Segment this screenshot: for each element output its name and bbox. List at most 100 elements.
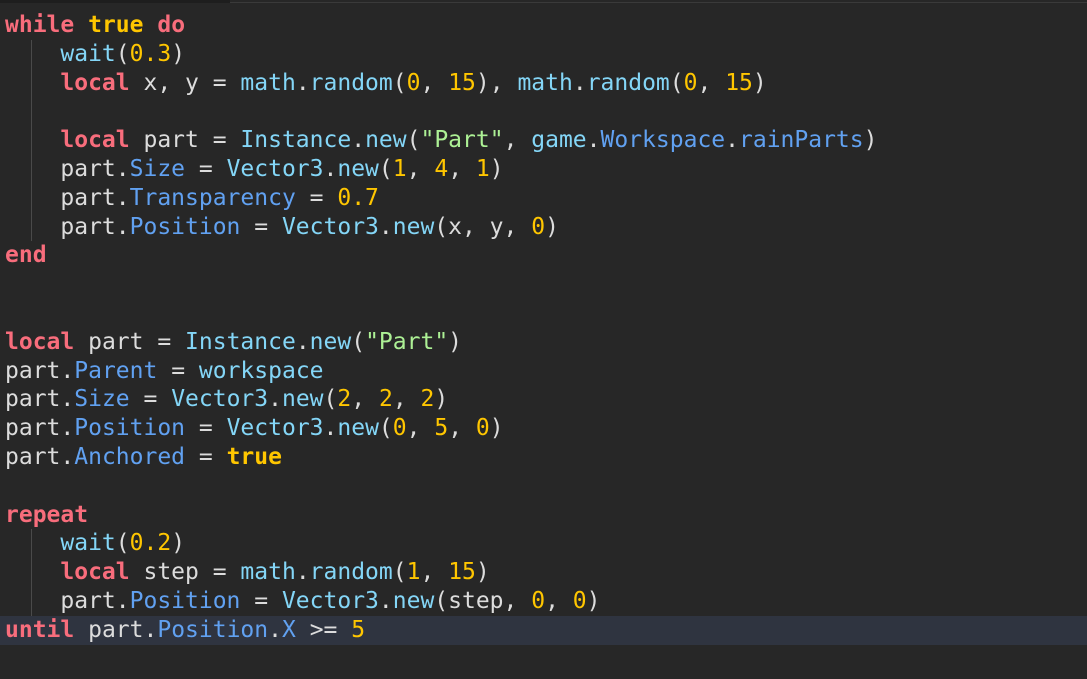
code-line[interactable]: local step = math.random(1, 15)	[5, 558, 1087, 587]
code-token: ,	[420, 69, 449, 96]
code-line[interactable]: part.Position = Vector3.new(x, y, 0)	[5, 213, 1087, 242]
code-token: ),	[475, 69, 518, 96]
code-token: (	[351, 328, 366, 355]
code-token: (	[392, 69, 407, 96]
code-token: ,	[406, 415, 435, 442]
code-token: part.	[5, 155, 130, 182]
code-token: )	[171, 530, 186, 557]
code-token: Position	[129, 587, 241, 614]
code-token: ,	[503, 127, 532, 154]
code-line[interactable]	[5, 97, 1087, 126]
code-line[interactable]: end	[5, 241, 1087, 270]
code-token: rainParts	[739, 127, 864, 154]
code-token: part.	[5, 357, 75, 384]
code-token: local	[60, 69, 130, 96]
code-token: 0	[475, 415, 490, 442]
code-token: true	[88, 12, 144, 38]
code-line[interactable]	[5, 270, 1087, 299]
code-token: Vector3	[281, 587, 379, 614]
code-token: workspace	[198, 357, 324, 384]
code-token: new	[365, 127, 407, 154]
code-token: >=	[295, 616, 352, 643]
code-token: local	[60, 559, 130, 586]
code-token: Size	[129, 155, 186, 182]
code-token: 2	[378, 386, 393, 413]
code-line[interactable]: part.Size = Vector3.new(2, 2, 2)	[5, 385, 1087, 414]
code-token: 0	[392, 415, 407, 442]
code-token: .	[572, 69, 587, 96]
code-line[interactable]: local x, y = math.random(0, 15), math.ra…	[5, 69, 1087, 98]
code-token: new	[392, 587, 435, 614]
code-token: .	[295, 69, 310, 96]
code-line[interactable]: while true do	[5, 11, 1087, 40]
code-token: part =	[74, 328, 186, 355]
code-token: 0	[683, 69, 698, 96]
code-token: (	[392, 559, 407, 586]
code-token: wait	[60, 40, 116, 67]
code-token: new	[392, 213, 435, 240]
code-line[interactable]: wait(0.3)	[5, 40, 1087, 69]
code-token: ,	[406, 155, 435, 182]
code-token: part.	[5, 415, 75, 442]
code-token: random	[586, 69, 670, 96]
code-line[interactable]: part.Anchored = true	[5, 443, 1087, 472]
code-token: )	[545, 213, 559, 240]
code-token: ,	[448, 155, 476, 182]
code-line[interactable]: wait(0.2)	[5, 529, 1087, 558]
code-token: 0	[572, 587, 587, 614]
code-token: math	[240, 69, 296, 96]
code-token: (	[323, 386, 338, 413]
code-line[interactable]: local part = Instance.new("Part")	[5, 328, 1087, 357]
code-token: 1	[475, 155, 490, 182]
code-token: =	[157, 357, 199, 384]
code-token: .	[268, 616, 282, 643]
code-token: math	[517, 69, 573, 96]
code-line[interactable]: repeat	[5, 501, 1087, 530]
code-line[interactable]: part.Position = Vector3.new(0, 5, 0)	[5, 414, 1087, 443]
code-token: 0	[531, 213, 546, 240]
code-token: math	[240, 559, 296, 586]
code-token: )	[489, 155, 504, 182]
code-line[interactable]	[5, 472, 1087, 501]
code-line[interactable]: part.Transparency = 0.7	[5, 184, 1087, 213]
code-token: .	[323, 155, 338, 182]
code-token: )	[475, 559, 490, 586]
code-line[interactable]: local part = Instance.new("Part", game.W…	[5, 126, 1087, 155]
code-line[interactable]: part.Parent = workspace	[5, 357, 1087, 386]
code-token: )	[752, 69, 767, 96]
code-token: =	[129, 386, 172, 413]
code-token: part.	[5, 213, 130, 240]
code-token: part.	[5, 386, 75, 413]
code-token: .	[378, 213, 393, 240]
code-editor[interactable]: while true do wait(0.3) local x, y = mat…	[0, 0, 1087, 679]
code-token: Instance	[240, 127, 352, 154]
code-token: Transparency	[129, 184, 296, 211]
code-token: new	[281, 386, 324, 413]
code-token: Size	[74, 386, 130, 413]
code-token: 15	[448, 69, 476, 96]
code-token: ,	[420, 559, 449, 586]
code-token: =	[185, 415, 227, 442]
code-token: wait	[60, 530, 116, 557]
code-line[interactable]: part.Size = Vector3.new(1, 4, 1)	[5, 155, 1087, 184]
code-token: =	[185, 443, 227, 470]
code-token: do	[157, 12, 186, 38]
code-line[interactable]	[5, 299, 1087, 328]
code-token: 15	[448, 559, 476, 586]
code-token: 0	[406, 69, 421, 96]
code-area[interactable]: while true do wait(0.3) local x, y = mat…	[0, 11, 1087, 645]
code-token: =	[240, 213, 282, 240]
code-line[interactable]: part.Position = Vector3.new(step, 0, 0)	[5, 587, 1087, 616]
code-token: Vector3	[226, 155, 324, 182]
code-token: Position	[74, 415, 186, 442]
code-token: part.	[5, 443, 75, 470]
code-token: local	[60, 127, 130, 154]
code-line[interactable]: until part.Position.X >= 5	[0, 615, 1087, 645]
code-token: 2	[420, 386, 435, 413]
